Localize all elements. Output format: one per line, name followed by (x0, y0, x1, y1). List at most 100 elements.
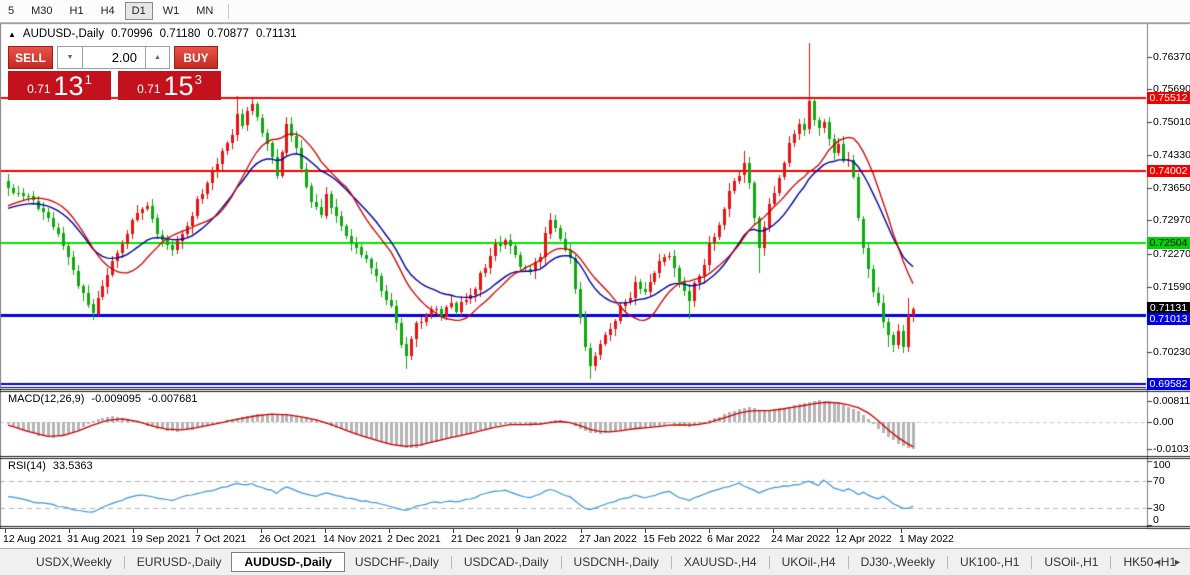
sell-price-prefix: 0.71 (27, 82, 51, 96)
level-price-badge: 0.74002 (1147, 165, 1190, 177)
tab-xauusd-h4[interactable]: XAUUSD-,H4 (674, 552, 767, 572)
timeframe-toolbar: 5 M30 H1 H4 D1 W1 MN (0, 0, 1190, 23)
volume-input[interactable]: 2.00 (83, 46, 145, 69)
x-axis-date-label: 31 Aug 2021 (67, 533, 126, 545)
price-axis-label: 0.72970 (1153, 214, 1190, 227)
x-axis-date-label: 15 Feb 2022 (643, 533, 702, 545)
sell-price-display[interactable]: 0.71 13 1 (8, 71, 111, 100)
chart-tab-bar: USDX,Weekly EURUSD-,Daily AUDUSD-,Daily USD… (0, 548, 1190, 575)
collapse-triangle-icon[interactable]: ▲ (8, 30, 16, 39)
tab-uk100-h1[interactable]: UK100-,H1 (950, 552, 1029, 572)
tabs-scroll-left-button[interactable]: ◄ (1153, 557, 1162, 567)
timeframe-button-m30[interactable]: M30 (24, 2, 59, 20)
macd-axis-label: 0.00811 (1153, 394, 1190, 407)
x-axis-date-label: 12 Aug 2021 (3, 533, 62, 545)
rsi-name: RSI(14) (8, 460, 46, 472)
price-axis-label: 0.70230 (1153, 346, 1190, 359)
one-click-trading-panel: SELL ▼ 2.00 ▲ BUY 0.71 13 1 0.71 15 3 (8, 46, 221, 100)
ohlc-close-value: 0.71131 (255, 28, 297, 40)
tabs-scroll-right-button[interactable]: ► (1173, 557, 1182, 567)
x-axis-date-label: 1 May 2022 (899, 533, 954, 545)
rsi-axis-label: 70 (1153, 475, 1165, 487)
rsi-axis-label: 30 (1153, 502, 1165, 514)
tab-separator (670, 555, 672, 569)
buy-button[interactable]: BUY (174, 46, 218, 69)
price-axis-label: 0.71590 (1153, 280, 1190, 293)
x-axis-date-label: 9 Jan 2022 (515, 533, 567, 545)
price-axis-label: 0.74330 (1153, 148, 1190, 161)
x-axis-date-label: 24 Mar 2022 (771, 533, 830, 545)
buy-price-pipette: 3 (194, 72, 202, 87)
tab-separator (560, 555, 562, 569)
x-axis-date-label: 2 Dec 2021 (387, 533, 441, 545)
timeframe-button-h4[interactable]: H4 (94, 2, 122, 20)
timeframe-button-d1[interactable]: D1 (124, 2, 153, 20)
price-axis-label: 0.72270 (1153, 248, 1190, 261)
chevron-down-icon: ▼ (66, 54, 74, 61)
tab-eurusd-daily[interactable]: EURUSD-,Daily (127, 552, 232, 572)
level-price-badge: 0.72504 (1147, 237, 1190, 249)
time-axis[interactable]: 12 Aug 2021 31 Aug 2021 19 Sep 2021 7 Oct 2… (0, 529, 1147, 548)
macd-signal-value: -0.007681 (147, 393, 198, 405)
tab-audusd-daily[interactable]: AUDUSD-,Daily (231, 552, 345, 572)
timeframe-button-5[interactable]: 5 (1, 2, 21, 20)
x-axis-date-label: 26 Oct 2021 (259, 533, 317, 545)
tab-separator (1110, 555, 1112, 569)
price-axis-label: 0.76370 (1153, 50, 1190, 63)
tab-scroll-arrows: ◄ ► (1153, 557, 1182, 567)
level-price-badge: 0.71013 (1147, 313, 1190, 325)
macd-value: -0.009095 (91, 393, 141, 405)
buy-price-display[interactable]: 0.71 15 3 (118, 71, 221, 100)
tab-usoil-h1[interactable]: USOil-,H1 (1034, 552, 1108, 572)
tab-separator (947, 555, 949, 569)
ohlc-low-value: 0.70877 (207, 28, 249, 40)
tab-usdcnh-daily[interactable]: USDCNH-,Daily (564, 552, 669, 572)
ohlc-high-value: 0.71180 (159, 28, 201, 40)
macd-indicator-label: MACD(12,26,9) -0.009095 -0.007681 (8, 393, 198, 405)
rsi-axis-label: 100 (1153, 459, 1171, 471)
x-axis-date-label: 12 Apr 2022 (835, 533, 892, 545)
rsi-axis-label: 0 (1153, 514, 1159, 526)
x-axis-date-label: 27 Jan 2022 (579, 533, 637, 545)
trading-terminal-window: 5 M30 H1 H4 D1 W1 MN ▲ AUDUSD-,Daily 0.70996 0… (0, 0, 1190, 575)
tab-ukoil-h4[interactable]: UKOil-,H4 (772, 552, 846, 572)
macd-name: MACD(12,26,9) (8, 393, 85, 405)
x-axis-date-label: 14 Nov 2021 (323, 533, 383, 545)
sell-price-pipette: 1 (84, 72, 92, 87)
price-axis[interactable]: 0.76370 0.75690 0.75010 0.74330 0.73650 0.729… (1147, 0, 1190, 575)
x-axis-date-label: 7 Oct 2021 (195, 533, 247, 545)
price-axis-label: 0.75010 (1153, 116, 1190, 129)
macd-axis-label: -0.01031 (1153, 442, 1190, 455)
tab-separator (123, 555, 125, 569)
volume-increase-button[interactable]: ▲ (145, 46, 170, 69)
ohlc-open-value: 0.70996 (111, 28, 153, 40)
macd-axis-label: 0.00 (1153, 416, 1174, 428)
chart-title: ▲ AUDUSD-,Daily 0.70996 0.71180 0.70877 … (8, 28, 297, 40)
rsi-indicator-label: RSI(14) 33.5363 (8, 460, 93, 472)
tab-usdx-weekly[interactable]: USDX,Weekly (26, 552, 122, 572)
level-price-badge: 0.75512 (1147, 92, 1190, 104)
tab-usdchf-daily[interactable]: USDCHF-,Daily (345, 552, 449, 572)
price-axis-label: 0.73650 (1153, 181, 1190, 194)
toolbar-separator (228, 3, 230, 19)
tab-separator (768, 555, 770, 569)
buy-price-prefix: 0.71 (137, 82, 161, 96)
tab-usdcad-daily[interactable]: USDCAD-,Daily (454, 552, 559, 572)
buy-price-big-digits: 15 (163, 71, 194, 101)
timeframe-button-mn[interactable]: MN (189, 2, 220, 20)
timeframe-button-w1[interactable]: W1 (156, 2, 187, 20)
sell-price-big-digits: 13 (53, 71, 84, 101)
tab-dj30-weekly[interactable]: DJ30-,Weekly (851, 552, 945, 572)
x-axis-date-label: 21 Dec 2021 (451, 533, 511, 545)
tab-separator (847, 555, 849, 569)
timeframe-button-h1[interactable]: H1 (63, 2, 91, 20)
chevron-up-icon: ▲ (154, 54, 161, 61)
rsi-value: 33.5363 (52, 460, 93, 472)
x-axis-date-label: 6 Mar 2022 (707, 533, 761, 545)
tab-separator (1031, 555, 1033, 569)
level-price-badge: 0.69582 (1147, 378, 1190, 390)
sell-button[interactable]: SELL (8, 46, 53, 69)
volume-decrease-button[interactable]: ▼ (57, 46, 83, 69)
chart-symbol-label: AUDUSD-,Daily (22, 28, 105, 40)
x-axis-date-label: 19 Sep 2021 (131, 533, 191, 545)
